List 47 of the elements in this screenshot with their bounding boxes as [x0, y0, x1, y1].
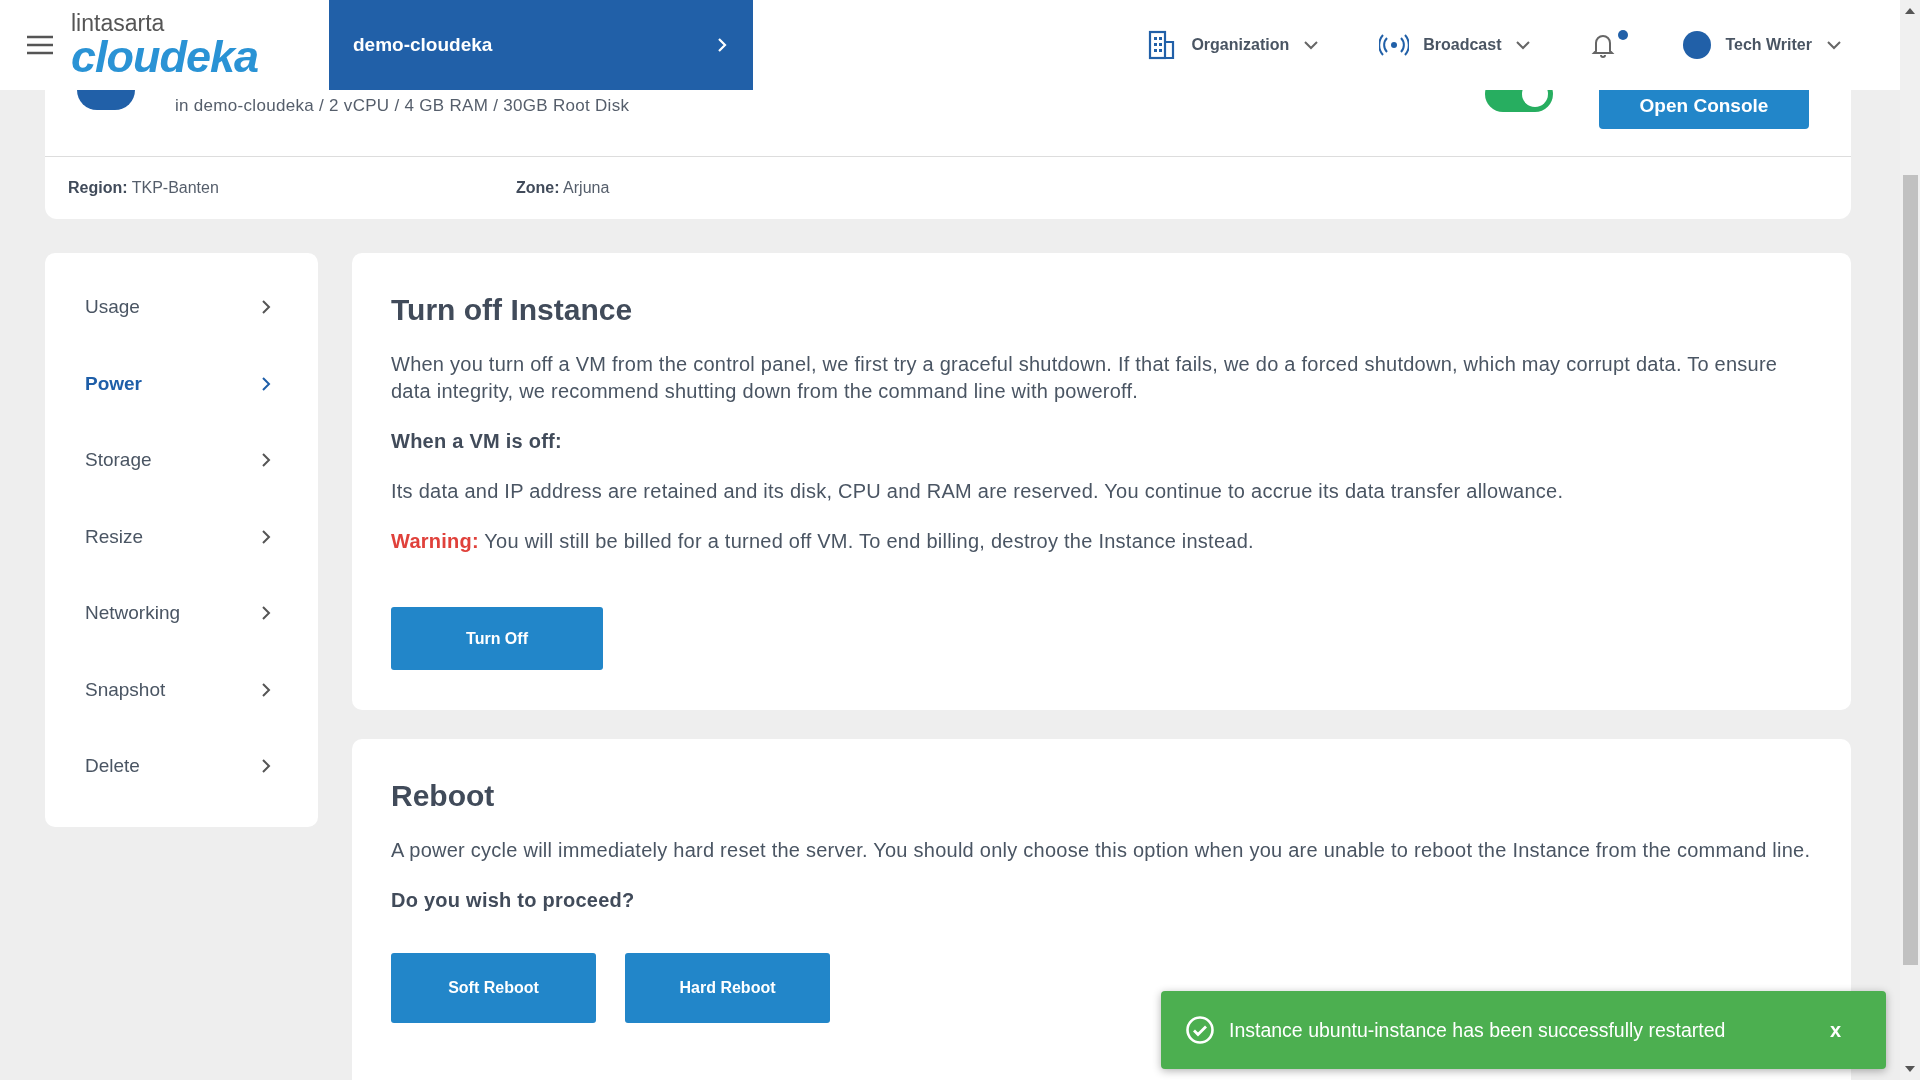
sidebar-item[interactable]: Delete [45, 728, 318, 805]
sidebar-item[interactable]: Networking [45, 575, 318, 652]
power-toggle[interactable] [1485, 90, 1553, 112]
user-menu[interactable]: Tech Writer [1683, 31, 1842, 59]
user-avatar [1683, 31, 1712, 59]
sidebar-item[interactable]: Snapshot [45, 651, 318, 728]
instance-avatar [77, 90, 135, 110]
instance-details: in demo-cloudeka / 2 vCPU / 4 GB RAM / 30GB Root Disk [175, 96, 630, 116]
chevron-right-icon [261, 528, 271, 545]
region-text: Region: TKP-Banten [68, 179, 220, 197]
scroll-down-icon[interactable] [1905, 1066, 1915, 1072]
nav-menu[interactable]: Broadcast [1379, 30, 1532, 60]
sidebar-item[interactable]: Storage [45, 422, 318, 499]
chevron-right-icon [261, 758, 271, 775]
chevron-right-icon [717, 37, 727, 53]
description-text: A power cycle will immediately hard reset the server. You should only choose this option when you are unable to reboot the Instance from the command line. [391, 838, 1812, 863]
chevron-right-icon [261, 681, 271, 698]
open-console-button[interactable]: Open Console [1599, 90, 1809, 129]
chevron-right-icon [261, 605, 271, 622]
chevron-right-icon [261, 299, 271, 316]
question-text: Do you wish to proceed? [391, 888, 636, 913]
scroll-up-icon[interactable] [1905, 8, 1915, 14]
chevron-down-icon [1826, 40, 1842, 50]
chevron-right-icon [261, 452, 271, 469]
project-selector[interactable]: demo-cloudeka [329, 0, 753, 90]
check-circle-icon [1185, 1015, 1215, 1045]
subheading: When a VM is off: [391, 429, 563, 454]
turn-off-button[interactable]: Turn Off [391, 607, 603, 670]
chevron-down-icon [1515, 40, 1532, 50]
section-title: Reboot [391, 779, 496, 813]
nav-menu[interactable]: Organization [1147, 30, 1320, 60]
reboot-button[interactable]: Soft Reboot [391, 953, 596, 1023]
zone-text: Zone: Arjuna [516, 179, 611, 197]
menu-icon[interactable] [27, 35, 53, 55]
chevron-down-icon [1303, 40, 1320, 50]
logo-subtitle: lintasarta [71, 11, 166, 35]
section-title: Turn off Instance [391, 293, 634, 327]
chevron-right-icon [261, 375, 271, 392]
sidebar-item[interactable]: Power [45, 345, 318, 422]
detail-text: Its data and IP address are retained and its disk, CPU and RAM are reserved. You continue to accrue its data transfer allowance. [391, 479, 1565, 504]
reboot-button[interactable]: Hard Reboot [625, 953, 830, 1023]
toast-message: Instance ubuntu-instance has been successfully restarted [1229, 1018, 1727, 1042]
logo: cloudeka [71, 35, 260, 79]
warning-text: Warning: You will still be billed for a turned off VM. To end billing, destroy the Instance instead. [391, 529, 1255, 554]
sidebar-item[interactable]: Resize [45, 498, 318, 575]
description-text: When you turn off a VM from the control panel, we first try a graceful shutdown. If that fails, we do a forced shutdown, which may corrupt data. To ensure data integrity, we recommend shutting down from the command line with poweroff. [391, 352, 1779, 404]
sidebar-item[interactable]: Usage [45, 269, 318, 346]
